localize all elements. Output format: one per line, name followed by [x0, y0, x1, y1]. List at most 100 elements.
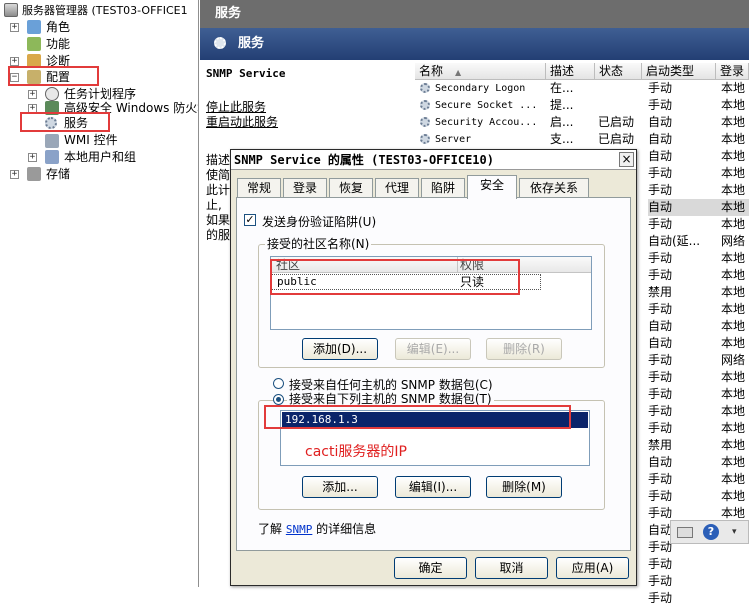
users-icon	[45, 150, 59, 164]
keyboard-icon[interactable]	[677, 527, 693, 538]
service-logon: 本地	[721, 183, 746, 197]
service-startup-type: 手动	[648, 217, 673, 231]
pane-title: 服务	[200, 0, 749, 28]
ok-button[interactable]: 确定	[394, 557, 467, 579]
service-startup-type: 手动	[648, 421, 673, 435]
these-hosts-radio[interactable]	[273, 394, 284, 405]
chevron-down-icon[interactable]: ▾	[732, 527, 737, 537]
service-name: Security Accou...	[435, 117, 538, 128]
highlight-box-configuration	[8, 66, 99, 86]
service-startup-type: 手动	[648, 489, 673, 503]
tree-item-local-users[interactable]: 本地用户和组	[64, 149, 136, 166]
highlight-box-host	[264, 405, 571, 429]
tree-item-features[interactable]: 功能	[46, 36, 70, 53]
column-header-name[interactable]: 名称 ▲	[415, 63, 546, 80]
tab-security[interactable]: 安全	[467, 175, 517, 199]
service-startup-type: 手动	[648, 387, 673, 401]
service-logon: 本地	[721, 98, 746, 112]
service-logon: 本地	[721, 302, 746, 316]
close-button[interactable]: ×	[619, 152, 634, 167]
description-line: 描述	[206, 153, 231, 167]
remove-host-button[interactable]: 删除(M)	[486, 476, 562, 498]
security-tab-page: ✓ 发送身份验证陷阱(U) 接受的社区名称(N) 社区 权限 public 只读…	[236, 197, 631, 551]
service-logon: 本地	[721, 81, 746, 95]
roles-icon	[27, 20, 41, 34]
service-startup-type: 禁用	[648, 285, 673, 299]
auth-trap-label: 发送身份验证陷阱(U)	[262, 215, 377, 229]
expand-icon[interactable]: +	[10, 57, 19, 66]
service-startup-type: 禁用	[648, 438, 673, 452]
service-startup-type: 自动	[648, 455, 673, 469]
snmp-help-link[interactable]: SNMP	[286, 523, 313, 536]
service-logon: 本地	[721, 285, 746, 299]
service-startup-type: 自动	[648, 319, 673, 333]
learn-more-prefix: 了解	[258, 522, 283, 536]
description-line: 如果	[206, 213, 231, 227]
edit-host-button[interactable]: 编辑(I)...	[395, 476, 471, 498]
services-band-icon	[214, 37, 226, 49]
expand-icon[interactable]: +	[10, 23, 19, 32]
column-header-status[interactable]: 状态	[595, 63, 642, 80]
tab-agent[interactable]: 代理	[375, 178, 419, 198]
any-host-radio[interactable]	[273, 378, 284, 389]
service-logon: 网络	[721, 353, 746, 367]
tab-logon[interactable]: 登录	[283, 178, 327, 198]
service-startup-type: 自动	[648, 115, 673, 129]
service-logon: 本地	[721, 404, 746, 418]
service-logon: 本地	[721, 132, 746, 146]
remove-community-button[interactable]: 删除(R)	[486, 338, 562, 360]
tab-general[interactable]: 常规	[237, 178, 281, 198]
service-status: 已启动	[598, 115, 635, 129]
edit-community-button[interactable]: 编辑(E)...	[395, 338, 471, 360]
service-startup-type: 自动(延...	[648, 234, 701, 248]
add-host-button[interactable]: 添加...	[302, 476, 378, 498]
service-logon: 网络	[721, 234, 746, 248]
column-header-description[interactable]: 描述	[546, 63, 595, 80]
restart-service-link[interactable]: 重启动此服务	[206, 113, 278, 130]
service-startup-type: 手动	[648, 302, 673, 316]
description-text: 描述 使简 此计 止, 如果 的服	[206, 153, 230, 243]
tab-dependencies[interactable]: 依存关系	[519, 178, 589, 198]
service-startup-type: 手动	[648, 98, 673, 112]
service-startup-type: 手动	[648, 166, 673, 180]
service-logon	[716, 556, 749, 573]
service-startup-type: 自动	[648, 199, 716, 216]
service-startup-type: 自动	[648, 336, 673, 350]
tree-item-wmi[interactable]: WMI 控件	[64, 132, 118, 149]
service-status	[598, 80, 642, 97]
expand-icon[interactable]: +	[28, 153, 37, 162]
service-status: 已启动	[598, 132, 635, 146]
service-name: Secure Socket ...	[435, 100, 538, 111]
service-gear-icon	[420, 117, 430, 127]
service-description: 支...	[550, 132, 574, 146]
cancel-button[interactable]: 取消	[475, 557, 548, 579]
add-community-button[interactable]: 添加(D)...	[302, 338, 378, 360]
column-header-startup-type[interactable]: 启动类型	[642, 63, 716, 80]
column-header-logon[interactable]: 登录	[716, 63, 749, 80]
server-manager-icon	[4, 3, 18, 17]
learn-more-text: 了解 SNMP 的详细信息	[258, 520, 376, 537]
snmp-properties-dialog: SNMP Service 的属性 (TEST03-OFFICE10) × 常规 …	[230, 149, 637, 586]
tab-recovery[interactable]: 恢复	[329, 178, 373, 198]
auth-trap-checkbox[interactable]: ✓	[244, 214, 256, 226]
expand-icon[interactable]: +	[28, 90, 37, 99]
expand-icon[interactable]: +	[10, 170, 19, 179]
service-logon: 本地	[721, 336, 746, 350]
storage-icon	[27, 167, 41, 181]
tree-item-storage[interactable]: 存储	[46, 166, 70, 183]
service-description: 提...	[550, 98, 574, 112]
apply-button[interactable]: 应用(A)	[556, 557, 629, 579]
tab-traps[interactable]: 陷阱	[421, 178, 465, 198]
service-startup-type: 手动	[648, 370, 673, 384]
help-icon[interactable]: ?	[703, 524, 719, 540]
service-startup-type: 手动	[648, 472, 673, 486]
service-gear-icon	[420, 100, 430, 110]
service-logon: 本地	[721, 489, 746, 503]
wmi-icon	[45, 134, 59, 148]
service-startup-type: 手动	[648, 268, 673, 282]
dialog-title: SNMP Service 的属性 (TEST03-OFFICE10)	[231, 150, 636, 170]
tree-root[interactable]: 服务器管理器 (TEST03-OFFICE1	[22, 2, 188, 19]
tree-item-roles[interactable]: 角色	[46, 19, 70, 36]
description-line: 此计	[206, 183, 231, 197]
selected-service-name: SNMP Service	[206, 67, 286, 80]
